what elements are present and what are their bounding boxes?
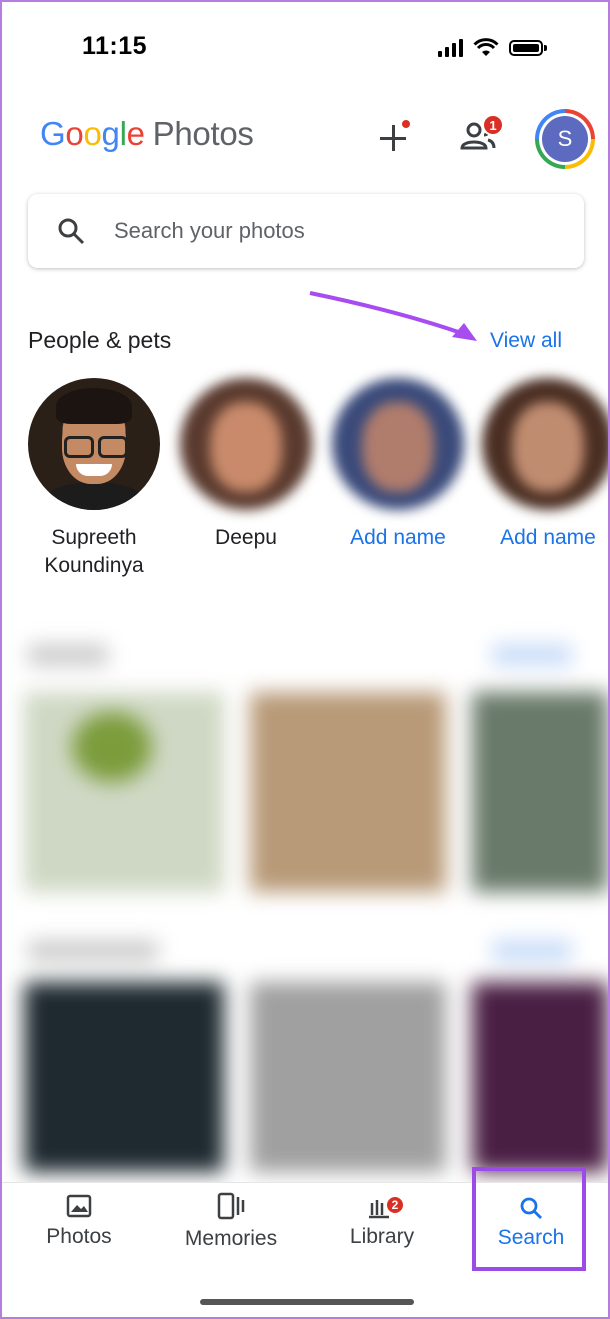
person-card[interactable]: Supreeth Koundinya [24, 378, 164, 580]
status-icons [438, 38, 547, 58]
search-input[interactable]: Search your photos [28, 194, 584, 268]
nav-photos-label: Photos [46, 1225, 112, 1248]
sharing-button[interactable]: 1 [458, 114, 504, 158]
sharing-badge: 1 [482, 114, 504, 136]
annotation-arrow [309, 291, 477, 341]
person-photo [332, 378, 464, 510]
search-icon [58, 218, 85, 245]
create-button[interactable] [374, 118, 414, 158]
photo-icon [66, 1194, 92, 1218]
status-time: 11:15 [82, 32, 148, 60]
add-name-link[interactable]: Add name [328, 524, 468, 552]
add-name-link[interactable]: Add name [478, 524, 608, 552]
person-name: Supreeth Koundinya [44, 526, 144, 577]
nav-library-label: Library [349, 1225, 415, 1248]
person-name: Deepu [215, 526, 277, 549]
person-photo [180, 378, 312, 510]
person-photo [28, 378, 160, 510]
person-card[interactable]: Deepu [176, 378, 316, 552]
account-avatar[interactable]: S [535, 109, 595, 169]
home-indicator [200, 1299, 414, 1305]
library-badge: 2 [385, 1195, 405, 1215]
app-logo: Google Photos [40, 115, 254, 152]
blurred-content [2, 622, 608, 1182]
search-placeholder: Search your photos [114, 218, 305, 243]
nav-memories-label: Memories [184, 1227, 278, 1250]
wifi-icon [473, 38, 499, 56]
screen: 11:15 Google Photos 1 S Search your phot… [0, 0, 610, 1319]
view-all-link[interactable]: View all [490, 329, 562, 353]
person-card[interactable]: Add name [328, 378, 468, 552]
person-photo [482, 378, 608, 510]
notification-dot [402, 120, 410, 128]
people-section-title: People & pets [28, 327, 172, 353]
memories-icon [217, 1192, 245, 1220]
battery-icon [509, 40, 547, 56]
person-card[interactable]: Add name [478, 378, 608, 552]
signal-icon [438, 39, 463, 57]
search-highlight-box [472, 1167, 586, 1271]
